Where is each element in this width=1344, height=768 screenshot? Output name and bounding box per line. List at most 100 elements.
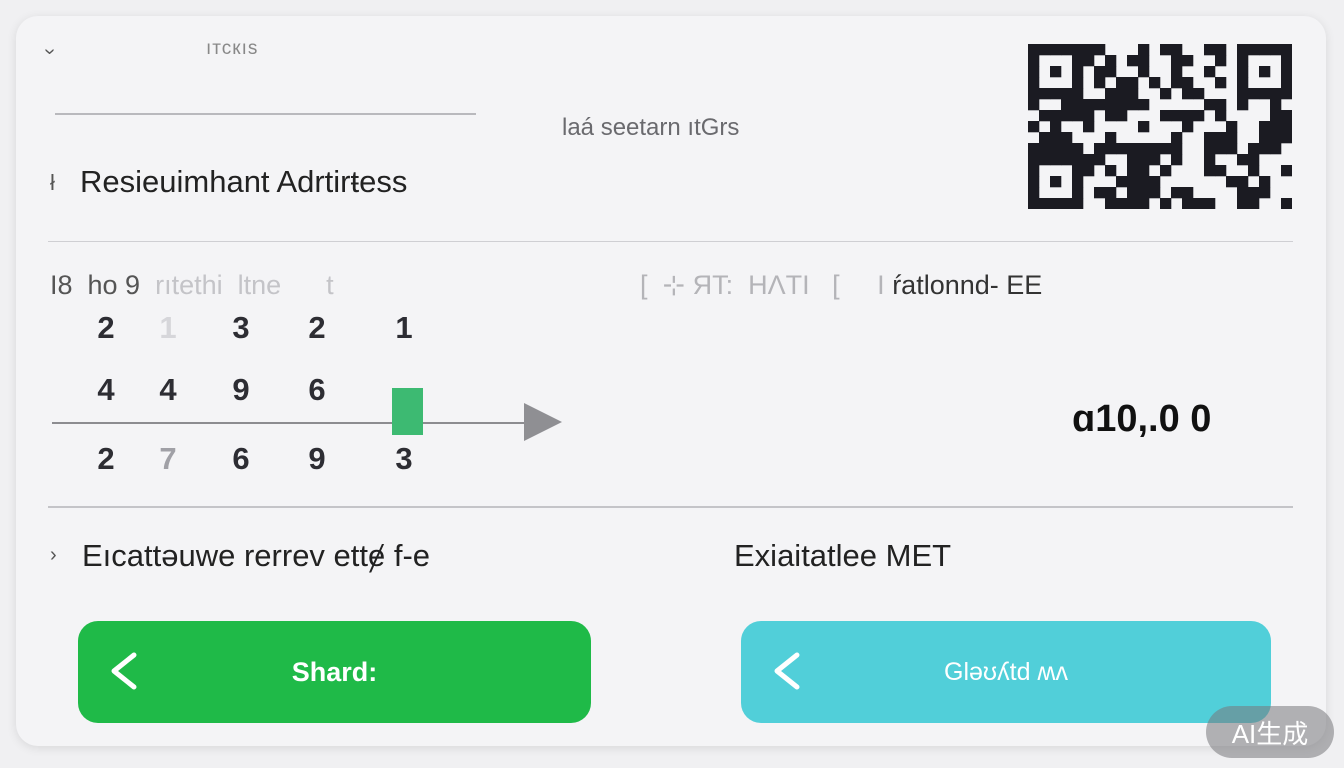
qr-module xyxy=(1127,55,1139,67)
qr-module xyxy=(1050,143,1062,155)
qr-module xyxy=(1226,143,1238,155)
qr-module xyxy=(1072,165,1084,177)
qr-module xyxy=(1127,88,1139,100)
qr-module xyxy=(1039,44,1051,56)
qr-module xyxy=(1061,99,1073,111)
qr-module xyxy=(1094,77,1106,89)
qr-module xyxy=(1270,121,1282,133)
qr-module xyxy=(1259,176,1271,188)
qr-module xyxy=(1116,198,1128,209)
qr-module xyxy=(1083,110,1095,122)
qr-module xyxy=(1138,99,1150,111)
qr-module xyxy=(1204,99,1216,111)
qr-module xyxy=(1028,77,1040,89)
qr-module xyxy=(1226,176,1238,188)
qr-module xyxy=(1193,88,1205,100)
back-chevron-icon[interactable]: ‹ xyxy=(38,48,61,55)
progress-track xyxy=(52,422,530,424)
qr-module xyxy=(1127,143,1139,155)
grid-cell: 3 xyxy=(232,310,250,345)
qr-module xyxy=(1105,99,1117,111)
qr-module xyxy=(1072,88,1084,100)
qr-module xyxy=(1226,132,1238,144)
qr-module xyxy=(1083,55,1095,67)
qr-module xyxy=(1160,110,1172,122)
grid-cell: 6 xyxy=(308,372,326,407)
qr-module xyxy=(1050,132,1062,144)
top-tab-label[interactable]: ıтскıs xyxy=(206,38,258,60)
qr-module xyxy=(1149,154,1161,166)
qr-module xyxy=(1116,176,1128,188)
qr-module xyxy=(1138,55,1150,67)
progress-marker[interactable] xyxy=(392,388,423,435)
qr-module xyxy=(1204,66,1216,78)
grid-header: I8 ho 9 rıtethi ltne t xyxy=(50,270,334,301)
qr-module xyxy=(1138,176,1150,188)
qr-module xyxy=(1072,187,1084,199)
qr-module xyxy=(1072,110,1084,122)
qr-module xyxy=(1182,55,1194,67)
qr-module xyxy=(1171,77,1183,89)
qr-module xyxy=(1116,77,1128,89)
qr-module xyxy=(1171,187,1183,199)
grid-cell: 9 xyxy=(308,441,326,476)
qr-module xyxy=(1028,88,1040,100)
qr-module xyxy=(1105,110,1117,122)
qr-module xyxy=(1193,110,1205,122)
qr-module xyxy=(1105,143,1117,155)
qr-module xyxy=(1116,88,1128,100)
qr-module xyxy=(1237,66,1249,78)
qr-module xyxy=(1127,198,1139,209)
qr-module xyxy=(1072,176,1084,188)
qr-module xyxy=(1094,143,1106,155)
qr-module xyxy=(1061,154,1073,166)
qr-module xyxy=(1149,176,1161,188)
qr-module xyxy=(1171,55,1183,67)
share-button[interactable]: Shard: xyxy=(78,621,591,723)
qr-module xyxy=(1083,154,1095,166)
qr-module xyxy=(1105,66,1117,78)
qr-module xyxy=(1072,55,1084,67)
qr-module xyxy=(1281,165,1292,177)
qr-module xyxy=(1259,44,1271,56)
qr-module xyxy=(1149,187,1161,199)
right-header-text: ŕatlonnd- EE xyxy=(892,270,1043,300)
qr-module xyxy=(1270,44,1282,56)
qr-module xyxy=(1072,99,1084,111)
qr-module xyxy=(1138,198,1150,209)
qr-module xyxy=(1171,132,1183,144)
qr-module xyxy=(1248,143,1260,155)
qr-module xyxy=(1028,165,1040,177)
chevron-left-icon xyxy=(111,652,137,690)
qr-module xyxy=(1226,121,1238,133)
qr-module xyxy=(1171,110,1183,122)
grid-cell: 1 xyxy=(395,310,413,345)
grid-header-faded: rıtethi ltne t xyxy=(140,270,334,300)
qr-module xyxy=(1039,88,1051,100)
qr-module xyxy=(1281,88,1292,100)
qr-module xyxy=(1094,44,1106,56)
qr-module xyxy=(1281,110,1292,122)
qr-module xyxy=(1281,55,1292,67)
qr-module xyxy=(1215,77,1227,89)
qr-module xyxy=(1204,165,1216,177)
qr-module xyxy=(1072,66,1084,78)
qr-module xyxy=(1105,132,1117,144)
qr-module xyxy=(1248,88,1260,100)
qr-module xyxy=(1050,110,1062,122)
qr-module xyxy=(1215,55,1227,67)
qr-module xyxy=(1149,143,1161,155)
qr-module xyxy=(1138,44,1150,56)
qr-module xyxy=(1083,99,1095,111)
qr-module xyxy=(1094,99,1106,111)
qr-module xyxy=(1138,143,1150,155)
qr-module xyxy=(1281,77,1292,89)
secondary-button[interactable]: Gləʊʎtd ʍʌ xyxy=(741,621,1271,723)
qr-module xyxy=(1237,77,1249,89)
qr-module xyxy=(1061,44,1073,56)
qr-module xyxy=(1204,143,1216,155)
qr-module xyxy=(1083,165,1095,177)
qr-module xyxy=(1160,44,1172,56)
qr-module xyxy=(1193,198,1205,209)
qr-module xyxy=(1215,44,1227,56)
